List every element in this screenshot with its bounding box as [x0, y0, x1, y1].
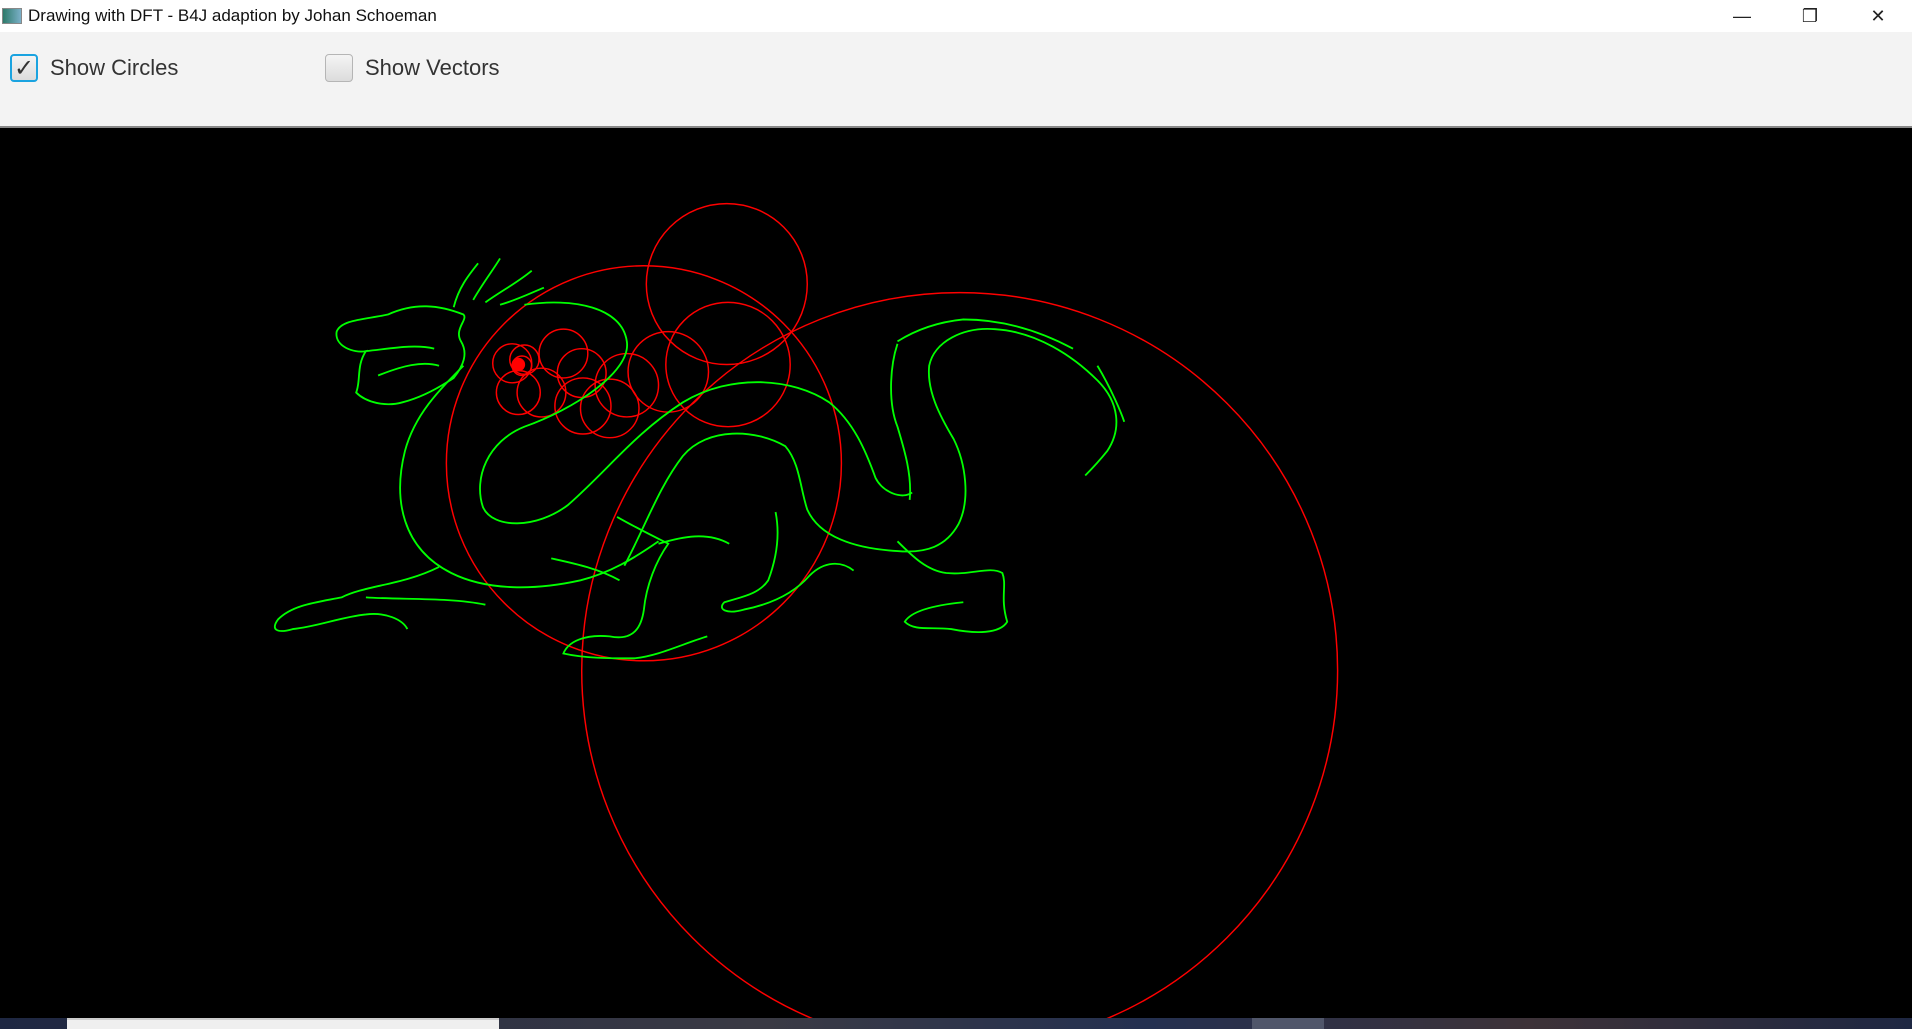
- toolbar: ✓ Show Circles Show Vectors: [0, 32, 1912, 128]
- show-vectors-label: Show Vectors: [365, 55, 500, 80]
- dragon-back-leg: [896, 540, 1009, 634]
- show-vectors-checkbox[interactable]: Show Vectors: [325, 54, 500, 82]
- minimize-icon: —: [1733, 5, 1751, 26]
- close-button[interactable]: ✕: [1844, 0, 1912, 32]
- epicycle-circles: [445, 202, 1339, 1029]
- taskbar-tile[interactable]: [1252, 1018, 1324, 1029]
- dragon-middle-leg: [551, 516, 730, 660]
- drawing-canvas: [0, 128, 1912, 1029]
- title-bar: Drawing with DFT - B4J adaption by Johan…: [0, 0, 1912, 32]
- restore-icon: ❐: [1801, 5, 1819, 26]
- epicycle-circle: [627, 330, 710, 413]
- show-circles-checkbox[interactable]: ✓ Show Circles: [10, 54, 178, 82]
- dragon-body-inner: [479, 301, 913, 525]
- dft-drawing: [274, 202, 1339, 1029]
- close-icon: ✕: [1870, 5, 1886, 26]
- epicycle-circle: [556, 347, 607, 399]
- dragon-front-leg: [274, 566, 486, 632]
- taskbar-window-thumbnail[interactable]: [67, 1018, 499, 1029]
- dragon-horns: [452, 257, 545, 308]
- dragon-neck-body: [399, 365, 660, 589]
- epicycle-circle: [538, 328, 589, 379]
- epicycle-circle: [495, 369, 541, 416]
- restore-button[interactable]: ❐: [1776, 0, 1844, 32]
- dragon-tail-fur: [890, 318, 1126, 500]
- app-icon: [2, 8, 22, 24]
- minimize-button[interactable]: —: [1708, 0, 1776, 32]
- dragon-head: [335, 305, 466, 406]
- window-title: Drawing with DFT - B4J adaption by Johan…: [28, 6, 437, 25]
- taskbar: [0, 1018, 1912, 1029]
- epicycle-circle: [511, 357, 526, 372]
- show-circles-label: Show Circles: [50, 55, 179, 80]
- checkbox-box[interactable]: [325, 54, 353, 82]
- dragon-hind-leg: [721, 511, 855, 613]
- epicycle-circle: [579, 378, 640, 439]
- dragon-back: [623, 328, 1118, 567]
- dragon-outline: [274, 257, 1126, 660]
- check-icon: ✓: [13, 54, 35, 82]
- checkbox-box[interactable]: ✓: [10, 54, 38, 82]
